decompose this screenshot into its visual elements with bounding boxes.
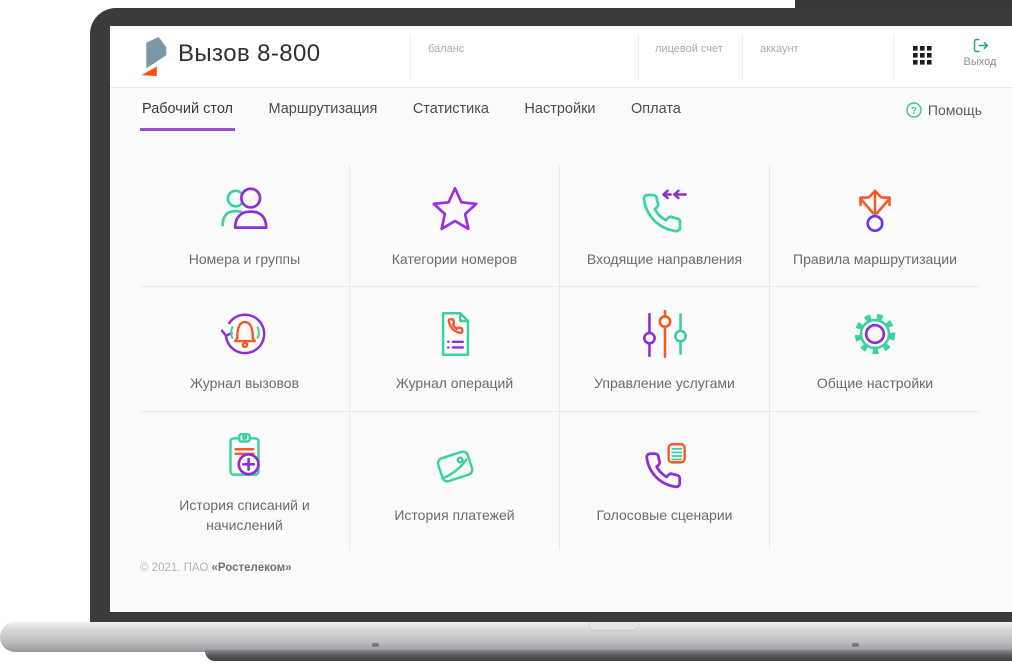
laptop-base: [0, 622, 1012, 652]
tile-general-settings[interactable]: Общие настройки: [770, 287, 980, 412]
tile-label: История списаний и начислений: [179, 496, 310, 533]
help-label: Помощь: [927, 102, 982, 118]
page-title: Вызов 8-800: [178, 40, 321, 67]
tab-statistics[interactable]: Статистика: [411, 101, 491, 131]
bell-cycle-icon: [220, 313, 265, 355]
header-divider: [742, 34, 743, 80]
gear-icon: [854, 313, 896, 355]
tile-label: Номера и группы: [188, 251, 301, 268]
tile-number-categories[interactable]: Категории номеров: [350, 165, 560, 287]
tile-label: Управление услугами: [594, 374, 735, 391]
logout-button[interactable]: Выход: [953, 37, 1007, 68]
help-button[interactable]: ? Помощь: [906, 102, 982, 118]
star-icon: [431, 187, 478, 231]
header-divider: [410, 34, 411, 80]
main-nav: Рабочий стол Маршрутизация Статистика На…: [110, 88, 1012, 132]
tile-numbers-and-groups[interactable]: Номера и группы: [140, 165, 350, 287]
tab-payment[interactable]: Оплата: [629, 101, 683, 131]
tile-charges-history[interactable]: История списаний и начислений: [140, 412, 350, 550]
tile-label: Общие настройки: [816, 374, 934, 391]
svg-text:?: ?: [911, 105, 917, 116]
tile-label: Журнал вызовов: [189, 374, 300, 391]
tile-call-log[interactable]: Журнал вызовов: [140, 287, 350, 412]
tile-voice-scenarios[interactable]: Голосовые сценарии: [560, 412, 770, 550]
tile-incoming-directions[interactable]: Входящие направления: [560, 165, 770, 287]
empty-cell: [770, 412, 980, 550]
tile-label: Журнал операций: [395, 374, 514, 391]
header-divider: [893, 34, 894, 80]
routing-arrows-icon: [859, 189, 891, 233]
tile-label: Категории номеров: [391, 251, 518, 268]
laptop-base-notch: [588, 622, 640, 631]
incoming-phone-icon: [642, 189, 687, 233]
apps-grid-icon[interactable]: [913, 46, 932, 65]
tile-label: Входящие направления: [586, 251, 743, 268]
logout-label: Выход: [963, 56, 997, 68]
laptop-base-lip: [205, 650, 1012, 661]
tab-dashboard[interactable]: Рабочий стол: [140, 101, 236, 131]
tile-label: История платежей: [394, 506, 515, 523]
balance-label: баланс: [428, 43, 465, 55]
help-icon: ?: [906, 102, 922, 118]
copyright: © 2021. ПАО «Ростелеком»: [140, 562, 1012, 574]
tile-label: Голосовые сценарии: [596, 506, 733, 523]
phone-document-icon: [441, 311, 469, 356]
laptop-base-foot: [852, 643, 859, 647]
laptop-mockup: Вызов 8-800 баланс лицевой счет аккаунт: [0, 0, 1012, 667]
users-icon: [220, 187, 268, 230]
header-divider: [638, 34, 639, 80]
dashboard-grid: Номера и группы Категории номеров Входящ…: [140, 165, 980, 550]
laptop-screen: Вызов 8-800 баланс лицевой счет аккаунт: [110, 26, 1012, 612]
copyright-text: © 2021. ПАО: [140, 562, 212, 574]
tab-settings[interactable]: Настройки: [522, 101, 597, 131]
app-header: Вызов 8-800 баланс лицевой счет аккаунт: [110, 26, 1012, 88]
tile-services-management[interactable]: Управление услугами: [560, 287, 770, 412]
sliders-icon: [642, 309, 687, 358]
tile-payments-history[interactable]: История платежей: [350, 412, 560, 550]
tile-label: Правила маршрутизации: [793, 251, 957, 268]
rostelecom-logo-icon[interactable]: [138, 36, 168, 78]
company-name: «Ростелеком»: [211, 562, 292, 574]
laptop-base-foot: [372, 643, 379, 647]
phone-script-icon: [644, 442, 686, 489]
tab-routing[interactable]: Маршрутизация: [266, 101, 379, 131]
logout-icon: [973, 38, 988, 53]
clipboard-plus-icon: [228, 432, 260, 476]
personal-account-label: лицевой счет: [655, 43, 723, 55]
tile-routing-rules[interactable]: Правила маршрутизации: [770, 165, 980, 287]
tile-operations-log[interactable]: Журнал операций: [350, 287, 560, 412]
app-body: Рабочий стол Маршрутизация Статистика На…: [110, 88, 1012, 611]
account-label: аккаунт: [760, 43, 799, 55]
wallet-icon: [436, 450, 474, 483]
